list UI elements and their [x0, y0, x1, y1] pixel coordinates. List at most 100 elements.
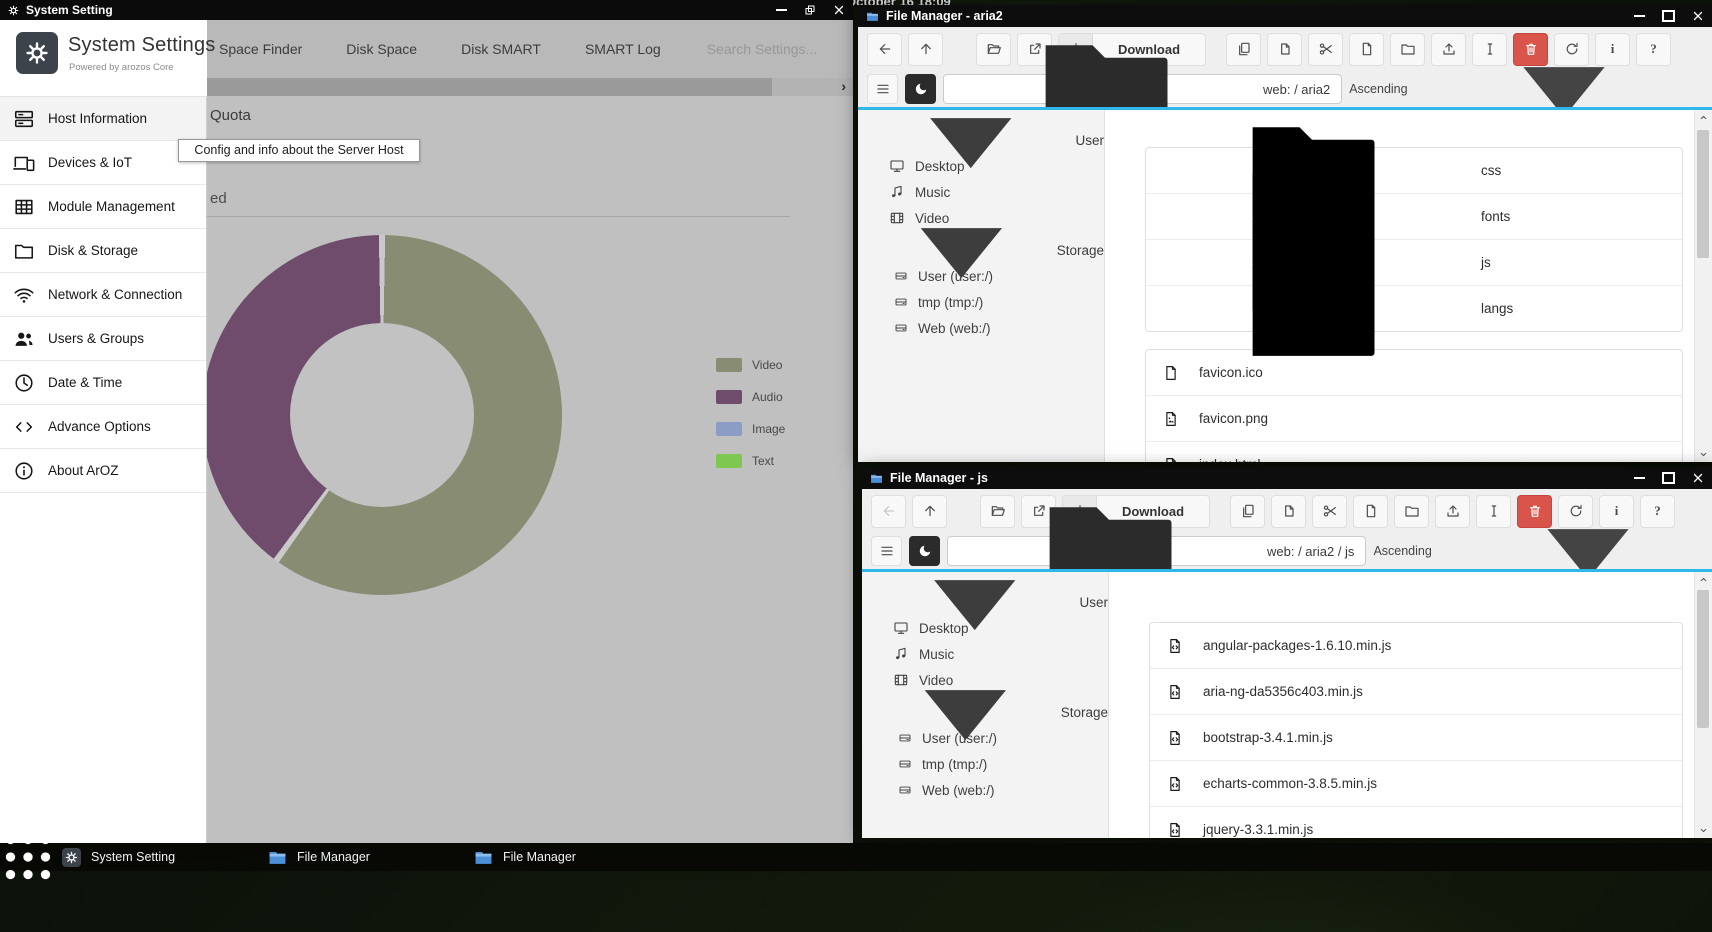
code-file-icon — [1166, 683, 1184, 701]
restore-button[interactable] — [804, 4, 816, 16]
folder-tree: User Desktop Music Video Storage User (u… — [862, 572, 1109, 838]
tab-space-finder[interactable]: Space Finder — [219, 41, 302, 57]
drive-icon — [894, 321, 908, 335]
system-settings-window: System Setting Space Finder Disk Space D… — [0, 0, 853, 843]
app-launcher-button[interactable] — [0, 782, 56, 932]
scroll-down-icon[interactable] — [1695, 447, 1712, 462]
file-row[interactable]: langs — [1146, 286, 1682, 331]
legend-item[interactable]: Video — [716, 358, 785, 372]
code-file-icon — [1166, 729, 1184, 747]
tree-section-storage[interactable]: Storage — [862, 699, 1108, 725]
system-settings-body: Space Finder Disk Space Disk SMART SMART… — [0, 20, 853, 843]
code-file-icon — [1166, 637, 1184, 655]
files-card: angular-packages-1.6.10.min.js aria-ng-d… — [1149, 622, 1683, 838]
clock-icon — [13, 372, 35, 394]
tab-strip-scrollbar[interactable]: › — [207, 78, 853, 96]
up-button[interactable] — [912, 495, 947, 528]
scroll-right-icon[interactable]: › — [841, 78, 846, 95]
tab-smart-log[interactable]: SMART Log — [585, 41, 661, 57]
folder-tree: User Desktop Music Video Storage User (u… — [858, 110, 1105, 462]
tree-section-storage[interactable]: Storage — [858, 237, 1104, 263]
minimize-button[interactable] — [776, 9, 787, 11]
apps-grid-icon — [0, 782, 56, 932]
tab-strip-scrollbar-thumb[interactable] — [207, 78, 772, 96]
file-row[interactable]: aria-ng-da5356c403.min.js — [1150, 669, 1682, 715]
monitor-icon — [893, 620, 909, 636]
tab-disk-smart[interactable]: Disk SMART — [461, 41, 541, 57]
used-heading: ed — [210, 190, 227, 207]
sidebar-item-users-groups[interactable]: Users & Groups — [0, 317, 206, 361]
file-manager-window-js: File Manager - js Download i ? — [862, 467, 1712, 838]
settings-header: System Settings Powered by arozos Core — [0, 20, 207, 96]
legend-label: Text — [752, 454, 774, 468]
file-row[interactable]: favicon.png — [1146, 396, 1682, 442]
legend-item[interactable]: Audio — [716, 390, 785, 404]
legend-item[interactable]: Text — [716, 454, 785, 468]
legend-swatch-video — [716, 358, 742, 372]
legend-item[interactable]: Image — [716, 422, 785, 436]
file-row[interactable]: angular-packages-1.6.10.min.js — [1150, 623, 1682, 669]
drive-icon — [894, 295, 908, 309]
sidebar-item-date-time[interactable]: Date & Time — [0, 361, 206, 405]
taskbar-item-file-manager-1[interactable]: File Manager — [262, 848, 468, 867]
sidebar-item-devices-iot[interactable]: Devices & IoT — [0, 141, 206, 185]
image-file-icon — [1162, 410, 1180, 428]
scrollbar-thumb[interactable] — [1697, 130, 1709, 258]
legend-swatch-image — [716, 422, 742, 436]
file-icon — [1162, 364, 1180, 382]
file-list: angular-packages-1.6.10.min.js aria-ng-d… — [1109, 572, 1695, 838]
tree-section-user[interactable]: User — [858, 127, 1104, 153]
scrollbar-thumb[interactable] — [1697, 590, 1709, 728]
code-file-icon — [1162, 456, 1180, 463]
up-button[interactable] — [908, 33, 943, 66]
file-manager-window-aria2: File Manager - aria2 Download i ? — [858, 5, 1712, 462]
close-button[interactable] — [833, 4, 845, 16]
back-button[interactable] — [871, 495, 906, 528]
settings-sidebar: Host Information Devices & IoT Module Ma… — [0, 96, 207, 843]
folder-icon — [1162, 234, 1462, 384]
scroll-down-icon[interactable] — [1695, 823, 1712, 838]
paste-button[interactable] — [1271, 495, 1306, 528]
sidebar-item-host-information[interactable]: Host Information — [0, 97, 206, 141]
back-button[interactable] — [867, 33, 902, 66]
folders-card: css fonts js langs — [1145, 147, 1683, 332]
scroll-up-icon[interactable] — [1695, 572, 1712, 587]
taskbar-item-system-setting[interactable]: System Setting — [56, 848, 262, 867]
legend-label: Image — [752, 422, 785, 436]
section-divider — [207, 216, 790, 217]
sidebar-item-disk-storage[interactable]: Disk & Storage — [0, 229, 206, 273]
legend-label: Audio — [752, 390, 783, 404]
settings-search-input[interactable] — [705, 40, 829, 58]
scroll-up-icon[interactable] — [1695, 110, 1712, 125]
paste-button[interactable] — [1267, 33, 1302, 66]
users-icon — [13, 328, 35, 350]
sidebar-item-about-aroz[interactable]: About ArOZ — [0, 449, 206, 493]
gear-icon — [62, 848, 81, 867]
quota-donut — [207, 235, 562, 595]
cut-button[interactable] — [1308, 33, 1343, 66]
folder-icon — [268, 848, 287, 867]
drive-icon — [898, 731, 912, 745]
code-file-icon — [1166, 775, 1184, 793]
quota-heading: Quota — [210, 107, 251, 124]
info-circle-icon — [13, 460, 35, 482]
file-row[interactable]: jquery-3.3.1.min.js — [1150, 807, 1682, 838]
drive-icon — [898, 757, 912, 771]
file-row[interactable]: echarts-common-3.8.5.min.js — [1150, 761, 1682, 807]
tree-section-user[interactable]: User — [862, 589, 1108, 615]
legend-label: Video — [752, 358, 782, 372]
file-row[interactable]: bootstrap-3.4.1.min.js — [1150, 715, 1682, 761]
cut-button[interactable] — [1312, 495, 1347, 528]
taskbar-item-file-manager-2[interactable]: File Manager — [468, 848, 674, 867]
scrollbar[interactable] — [1694, 110, 1712, 462]
tab-disk-space[interactable]: Disk Space — [346, 41, 417, 57]
sidebar-item-network-connection[interactable]: Network & Connection — [0, 273, 206, 317]
file-manager-content: User Desktop Music Video Storage User (u… — [862, 572, 1712, 838]
sidebar-item-module-management[interactable]: Module Management — [0, 185, 206, 229]
file-row[interactable]: index.html — [1146, 442, 1682, 462]
scrollbar[interactable] — [1694, 572, 1712, 838]
drive-icon — [898, 783, 912, 797]
sidebar-item-advance-options[interactable]: Advance Options — [0, 405, 206, 449]
file-list: css fonts js langs favicon.ico favicon.p… — [1105, 110, 1695, 462]
taskbar: System Setting File Manager File Manager — [0, 843, 1712, 871]
